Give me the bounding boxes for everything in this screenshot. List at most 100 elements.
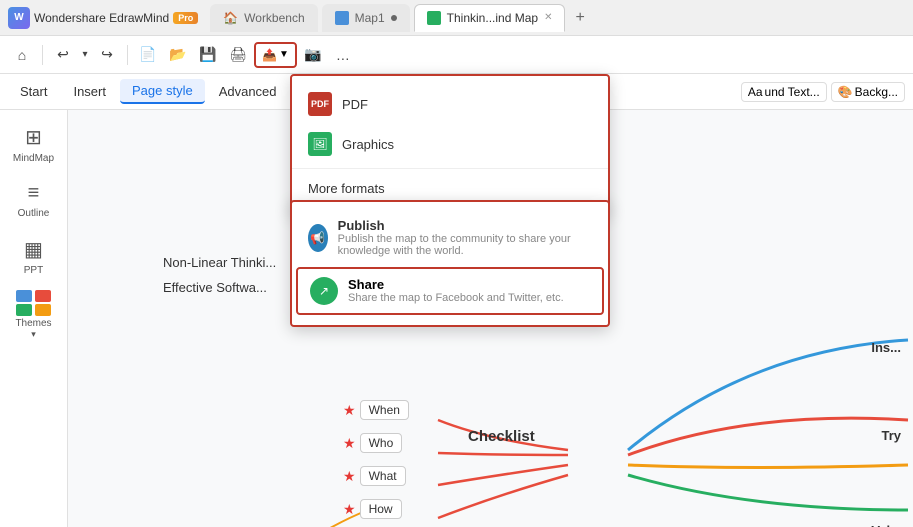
round-text-label: und Text...: [765, 85, 820, 99]
pdf-label: PDF: [342, 97, 368, 112]
home-button[interactable]: ⌂: [8, 41, 36, 69]
ppt-label: PPT: [24, 265, 43, 276]
theme-cell-1: [16, 290, 32, 302]
what-node[interactable]: ★ What: [343, 466, 406, 486]
pdf-icon: PDF: [308, 92, 332, 116]
toolbar: ⌂ ↩ ▾ ↪ 📄 📂 💾 🖨 📤 ▼ 📷 …: [0, 36, 913, 74]
print-button[interactable]: 🖨: [224, 41, 252, 69]
how-label: How: [360, 499, 402, 519]
undo-button[interactable]: ↩: [49, 41, 77, 69]
toolbar-divider-1: [42, 45, 43, 65]
what-star-icon: ★: [343, 468, 356, 485]
backg-button[interactable]: 🎨 Backg...: [831, 82, 905, 102]
how-node[interactable]: ★ How: [343, 499, 402, 519]
effective-software-text: Effective Softwa...: [163, 280, 267, 295]
publish-item[interactable]: 📢 Publish Publish the map to the communi…: [292, 210, 608, 265]
workbench-icon: 🏠: [223, 11, 238, 25]
backg-label: Backg...: [855, 85, 898, 99]
outline-tool[interactable]: ≡ Outline: [5, 174, 63, 226]
open-button[interactable]: 📂: [164, 41, 192, 69]
themes-arrow-icon: ▾: [31, 329, 36, 340]
ppt-icon: ▦: [24, 237, 43, 262]
left-sidebar: ⊞ MindMap ≡ Outline ▦ PPT Themes ▾: [0, 110, 68, 527]
who-node[interactable]: ★ Who: [343, 433, 402, 453]
thinking-tab-icon: [427, 11, 441, 25]
when-node[interactable]: ★ When: [343, 400, 409, 420]
toolbar-divider-2: [127, 45, 128, 65]
redo-button[interactable]: ↪: [93, 41, 121, 69]
menu-start[interactable]: Start: [8, 80, 59, 103]
share-dropdown: 📢 Publish Publish the map to the communi…: [290, 200, 610, 327]
who-label: Who: [360, 433, 403, 453]
app-name: Wondershare EdrawMind: [34, 11, 169, 25]
tab-map1[interactable]: Map1: [322, 4, 410, 32]
map1-icon: [335, 11, 349, 25]
publish-title: Publish: [338, 218, 592, 233]
non-linear-text: Non-Linear Thinki...: [163, 255, 276, 270]
ppt-tool[interactable]: ▦ PPT: [5, 230, 63, 282]
more-formats-label: More formats: [308, 181, 385, 196]
tab-dot: [391, 15, 397, 21]
share-text-group: Share Share the map to Facebook and Twit…: [348, 277, 564, 304]
themes-grid: [16, 290, 52, 316]
theme-cell-3: [16, 304, 32, 316]
share-desc: Share the map to Facebook and Twitter, e…: [348, 292, 564, 304]
graphics-label: Graphics: [342, 137, 394, 152]
publish-desc: Publish the map to the community to shar…: [338, 233, 592, 257]
tab-close-icon[interactable]: ✕: [544, 12, 552, 23]
checklist-label: Checklist: [468, 428, 535, 445]
who-star-icon: ★: [343, 435, 356, 452]
outline-icon: ≡: [28, 182, 40, 205]
title-bar: W Wondershare EdrawMind Pro 🏠 Workbench …: [0, 0, 913, 36]
export-arrow-icon: ▼: [279, 49, 289, 60]
export-icon: 📤: [262, 48, 277, 62]
mindmap-tool[interactable]: ⊞ MindMap: [5, 118, 63, 170]
graphics-export-item[interactable]: 🖼 Graphics: [292, 124, 608, 164]
how-star-icon: ★: [343, 501, 356, 518]
publish-icon: 📢: [308, 224, 328, 252]
outline-label: Outline: [18, 208, 50, 219]
share-icon: ↗: [310, 277, 338, 305]
publish-text-group: Publish Publish the map to the community…: [338, 218, 592, 257]
menu-page-style[interactable]: Page style: [120, 79, 205, 104]
tab-workbench-label: Workbench: [244, 11, 304, 25]
theme-cell-4: [35, 304, 51, 316]
more-button[interactable]: …: [329, 41, 357, 69]
share-item[interactable]: ↗ Share Share the map to Facebook and Tw…: [296, 267, 604, 315]
share-title: Share: [348, 277, 564, 292]
graphics-icon: 🖼: [308, 132, 332, 156]
pro-badge: Pro: [173, 12, 198, 24]
try-label: Try: [881, 428, 901, 443]
export-button[interactable]: 📤 ▼: [254, 42, 297, 68]
mindmap-icon: ⊞: [25, 125, 42, 150]
themes-label: Themes: [15, 318, 51, 329]
tab-thinking-map[interactable]: Thinkin...ind Map ✕: [414, 4, 566, 32]
new-button[interactable]: 📄: [134, 41, 162, 69]
what-label: What: [360, 466, 406, 486]
ins-label: Ins...: [871, 340, 901, 355]
logo-icon: W: [8, 7, 30, 29]
round-text-icon: Aa: [748, 85, 763, 99]
export-dropdown: PDF PDF 🖼 Graphics More formats: [290, 74, 610, 214]
pdf-export-item[interactable]: PDF PDF: [292, 84, 608, 124]
menu-insert[interactable]: Insert: [61, 80, 118, 103]
theme-cell-2: [35, 290, 51, 302]
mindmap-label: MindMap: [13, 153, 54, 164]
menu-advanced[interactable]: Advanced: [207, 80, 289, 103]
tab-workbench[interactable]: 🏠 Workbench: [210, 4, 317, 32]
save-button[interactable]: 💾: [194, 41, 222, 69]
camera-button[interactable]: 📷: [299, 41, 327, 69]
backg-icon: 🎨: [838, 85, 853, 99]
dropdown-divider: [292, 168, 608, 169]
tab-thinking-label: Thinkin...ind Map: [447, 11, 538, 25]
round-text-button[interactable]: Aa und Text...: [741, 82, 827, 102]
add-tab-button[interactable]: +: [569, 9, 590, 27]
undo-arrow[interactable]: ▾: [78, 41, 92, 69]
undo-redo-group: ↩ ▾ ↪: [49, 41, 121, 69]
when-label: When: [360, 400, 409, 420]
tab-map1-label: Map1: [355, 11, 385, 25]
val-label: Val...: [871, 523, 901, 527]
when-star-icon: ★: [343, 402, 356, 419]
app-logo: W Wondershare EdrawMind Pro: [8, 7, 198, 29]
themes-tool[interactable]: Themes ▾: [4, 286, 64, 344]
